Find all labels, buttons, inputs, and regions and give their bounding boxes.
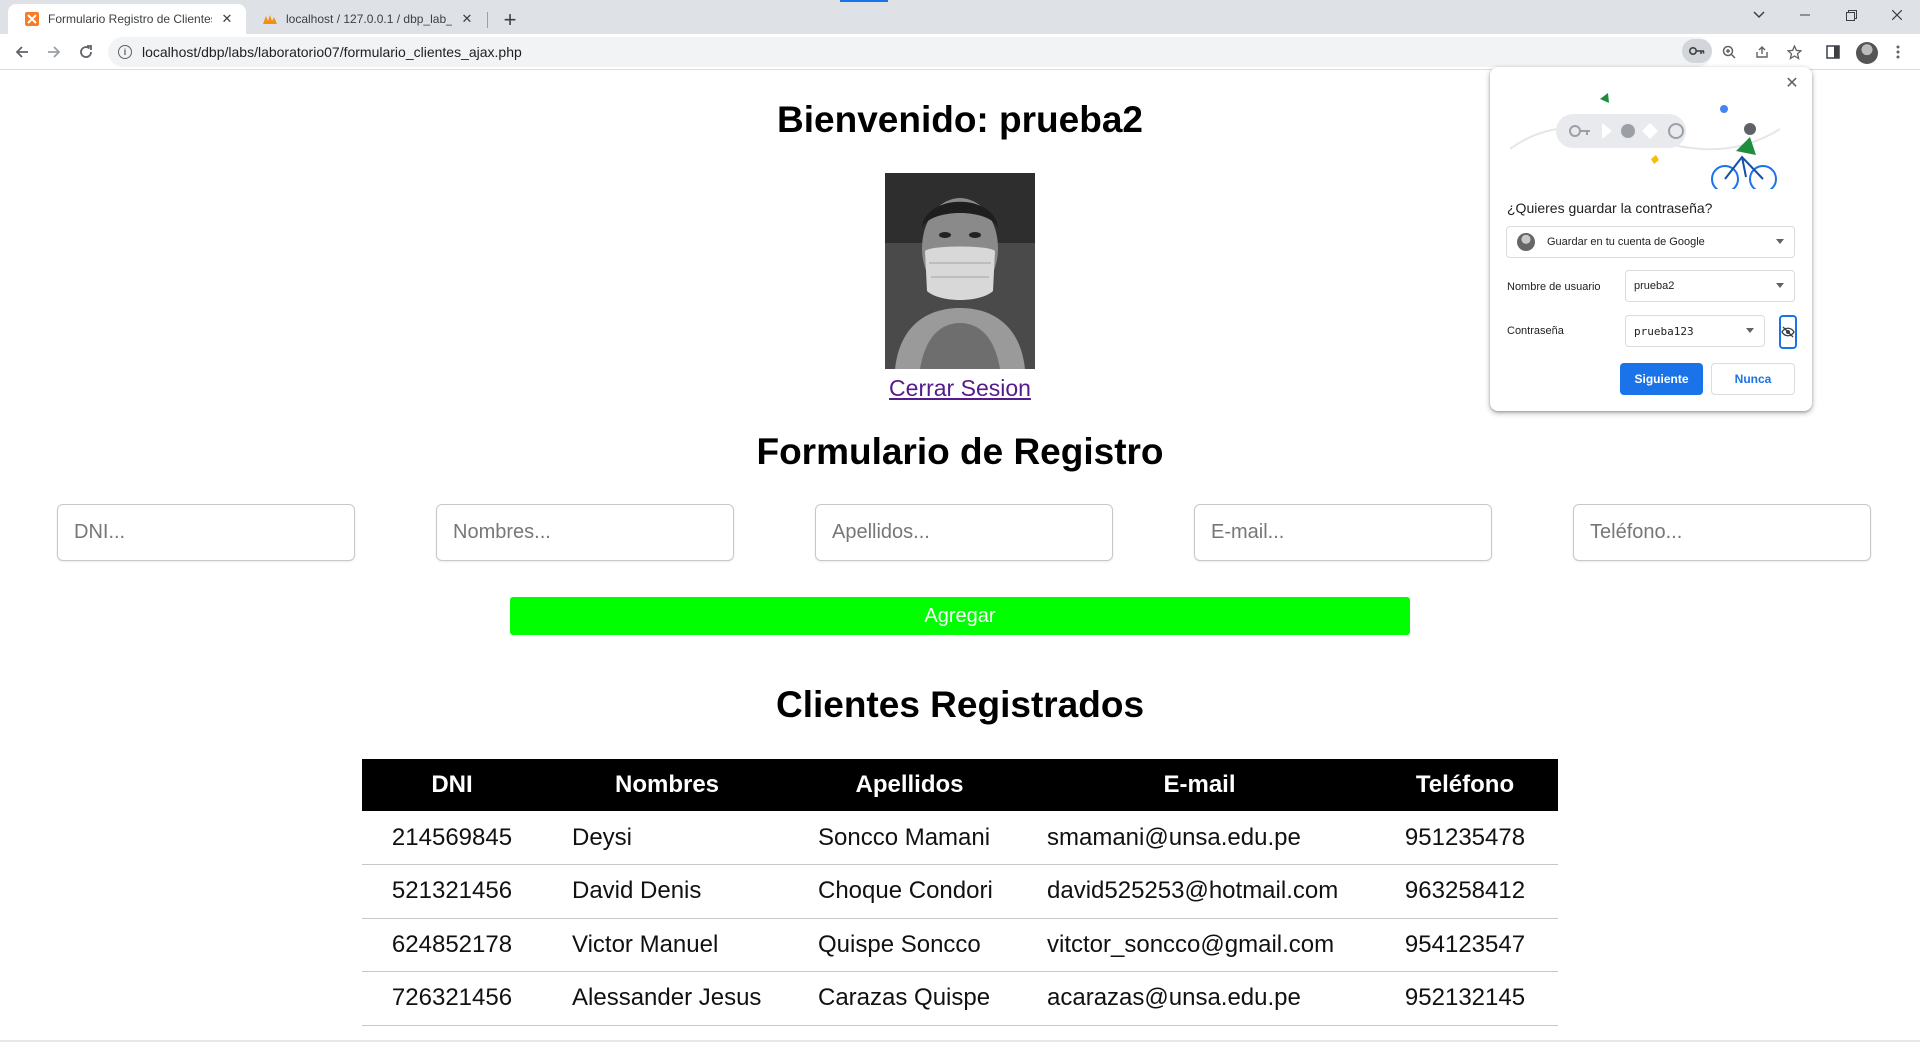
- cell-dni: 726321456: [362, 971, 542, 1026]
- save-password-question: ¿Quieres guardar la contraseña?: [1507, 200, 1713, 216]
- address-bar[interactable]: i localhost/dbp/labs/laboratorio07/formu…: [108, 37, 1712, 67]
- bookmark-star-icon[interactable]: [1783, 41, 1805, 63]
- back-button[interactable]: [8, 38, 36, 66]
- table-row: 726321456 Alessander Jesus Carazas Quisp…: [362, 971, 1558, 1026]
- save-password-dialog: ✕ ¿Quieres guardar la contraseña? Guarda…: [1490, 67, 1812, 411]
- xampp-icon: [24, 11, 40, 27]
- cell-dni: 624852178: [362, 918, 542, 972]
- tab-search-icon[interactable]: [1736, 0, 1782, 30]
- dropdown-caret-icon: [1746, 328, 1754, 333]
- dropdown-caret-icon: [1776, 239, 1784, 244]
- siguiente-button[interactable]: Siguiente: [1620, 363, 1703, 395]
- password-key-icon[interactable]: [1682, 39, 1712, 63]
- zoom-icon[interactable]: [1718, 41, 1740, 63]
- nombres-input[interactable]: [436, 504, 734, 561]
- share-icon[interactable]: [1751, 41, 1773, 63]
- restore-button[interactable]: [1828, 0, 1874, 30]
- close-icon[interactable]: ✕: [1782, 73, 1802, 93]
- tab-separator: [487, 12, 488, 28]
- account-option-label: Guardar en tu cuenta de Google: [1547, 236, 1705, 248]
- cell-email: vitctor_soncco@gmail.com: [1027, 918, 1372, 972]
- cell-telefono: 963258412: [1372, 864, 1558, 919]
- site-info-icon[interactable]: i: [118, 45, 132, 59]
- cell-dni: 521321456: [362, 864, 542, 919]
- username-label: Nombre de usuario: [1507, 281, 1601, 293]
- cell-telefono: 951235478: [1372, 811, 1558, 865]
- agregar-button[interactable]: Agregar: [510, 597, 1410, 635]
- column-header-email: E-mail: [1027, 759, 1372, 811]
- side-panel-icon[interactable]: [1822, 41, 1844, 63]
- password-value: prueba123: [1634, 324, 1694, 338]
- user-photo: [885, 173, 1035, 369]
- column-header-apellidos: Apellidos: [792, 759, 1027, 811]
- apellidos-input[interactable]: [815, 504, 1113, 561]
- table-row: 214569845 Deysi Soncco Mamani smamani@un…: [362, 811, 1558, 865]
- forward-button[interactable]: [40, 38, 68, 66]
- email-input[interactable]: [1194, 504, 1492, 561]
- minimize-button[interactable]: [1782, 0, 1828, 30]
- password-select[interactable]: prueba123: [1625, 315, 1765, 347]
- cell-nombres: Deysi: [542, 811, 792, 865]
- cell-apellidos: Quispe Soncco: [792, 918, 1027, 972]
- cell-email: smamani@unsa.edu.pe: [1027, 811, 1372, 865]
- username-value: prueba2: [1634, 280, 1675, 292]
- dni-input[interactable]: [57, 504, 355, 561]
- password-illustration: [1509, 79, 1781, 193]
- close-tab-icon[interactable]: ✕: [458, 10, 476, 28]
- nunca-button[interactable]: Nunca: [1711, 363, 1795, 395]
- clients-title: Clientes Registrados: [775, 684, 1145, 725]
- cell-nombres: Victor Manuel: [542, 918, 792, 972]
- close-tab-icon[interactable]: ✕: [218, 10, 236, 28]
- cell-apellidos: Choque Condori: [792, 864, 1027, 919]
- cell-nombres: David Denis: [542, 864, 792, 919]
- table-row: 624852178 Victor Manuel Quispe Soncco vi…: [362, 918, 1558, 972]
- tab-formulario[interactable]: Formulario Registro de Clientes ( ✕: [8, 4, 246, 34]
- account-avatar: [1517, 233, 1535, 251]
- profile-avatar[interactable]: [1856, 42, 1878, 64]
- cell-email: david525253@hotmail.com: [1027, 864, 1372, 919]
- close-window-button[interactable]: [1874, 0, 1920, 30]
- browser-tabstrip: Formulario Registro de Clientes ( ✕ loca…: [0, 0, 1920, 34]
- new-tab-button[interactable]: +: [496, 6, 524, 34]
- column-header-telefono: Teléfono: [1372, 759, 1558, 811]
- telefono-input[interactable]: [1573, 504, 1871, 561]
- logout-link[interactable]: Cerrar Sesion: [889, 375, 1031, 401]
- cell-apellidos: Carazas Quispe: [792, 971, 1027, 1026]
- column-header-nombres: Nombres: [542, 759, 792, 811]
- loading-indicator: [840, 0, 888, 2]
- clients-table: DNI Nombres Apellidos E-mail Teléfono 21…: [362, 759, 1558, 1026]
- tab-title: localhost / 127.0.0.1 / dbp_lab_0: [286, 12, 452, 26]
- cell-nombres: Alessander Jesus: [542, 971, 792, 1026]
- url-text: localhost/dbp/labs/laboratorio07/formula…: [142, 44, 522, 60]
- table-header-row: DNI Nombres Apellidos E-mail Teléfono: [362, 759, 1558, 811]
- reload-button[interactable]: [72, 38, 100, 66]
- cell-apellidos: Soncco Mamani: [792, 811, 1027, 865]
- browser-toolbar: i localhost/dbp/labs/laboratorio07/formu…: [0, 34, 1920, 70]
- username-select[interactable]: prueba2: [1625, 270, 1795, 302]
- account-selector[interactable]: Guardar en tu cuenta de Google: [1506, 226, 1795, 258]
- menu-kebab-icon[interactable]: [1887, 41, 1909, 63]
- form-title: Formulario de Registro: [756, 431, 1164, 472]
- phpmyadmin-icon: [262, 11, 278, 27]
- cell-email: acarazas@unsa.edu.pe: [1027, 971, 1372, 1026]
- table-row: 521321456 David Denis Choque Condori dav…: [362, 864, 1558, 919]
- cell-dni: 214569845: [362, 811, 542, 865]
- cell-telefono: 952132145: [1372, 971, 1558, 1026]
- dropdown-caret-icon: [1776, 283, 1784, 288]
- tab-phpmyadmin[interactable]: localhost / 127.0.0.1 / dbp_lab_0 ✕: [246, 4, 486, 34]
- hide-password-icon[interactable]: [1779, 315, 1797, 349]
- cell-telefono: 954123547: [1372, 918, 1558, 972]
- column-header-dni: DNI: [362, 759, 542, 811]
- password-label: Contraseña: [1507, 325, 1564, 337]
- tab-title: Formulario Registro de Clientes (: [48, 12, 212, 26]
